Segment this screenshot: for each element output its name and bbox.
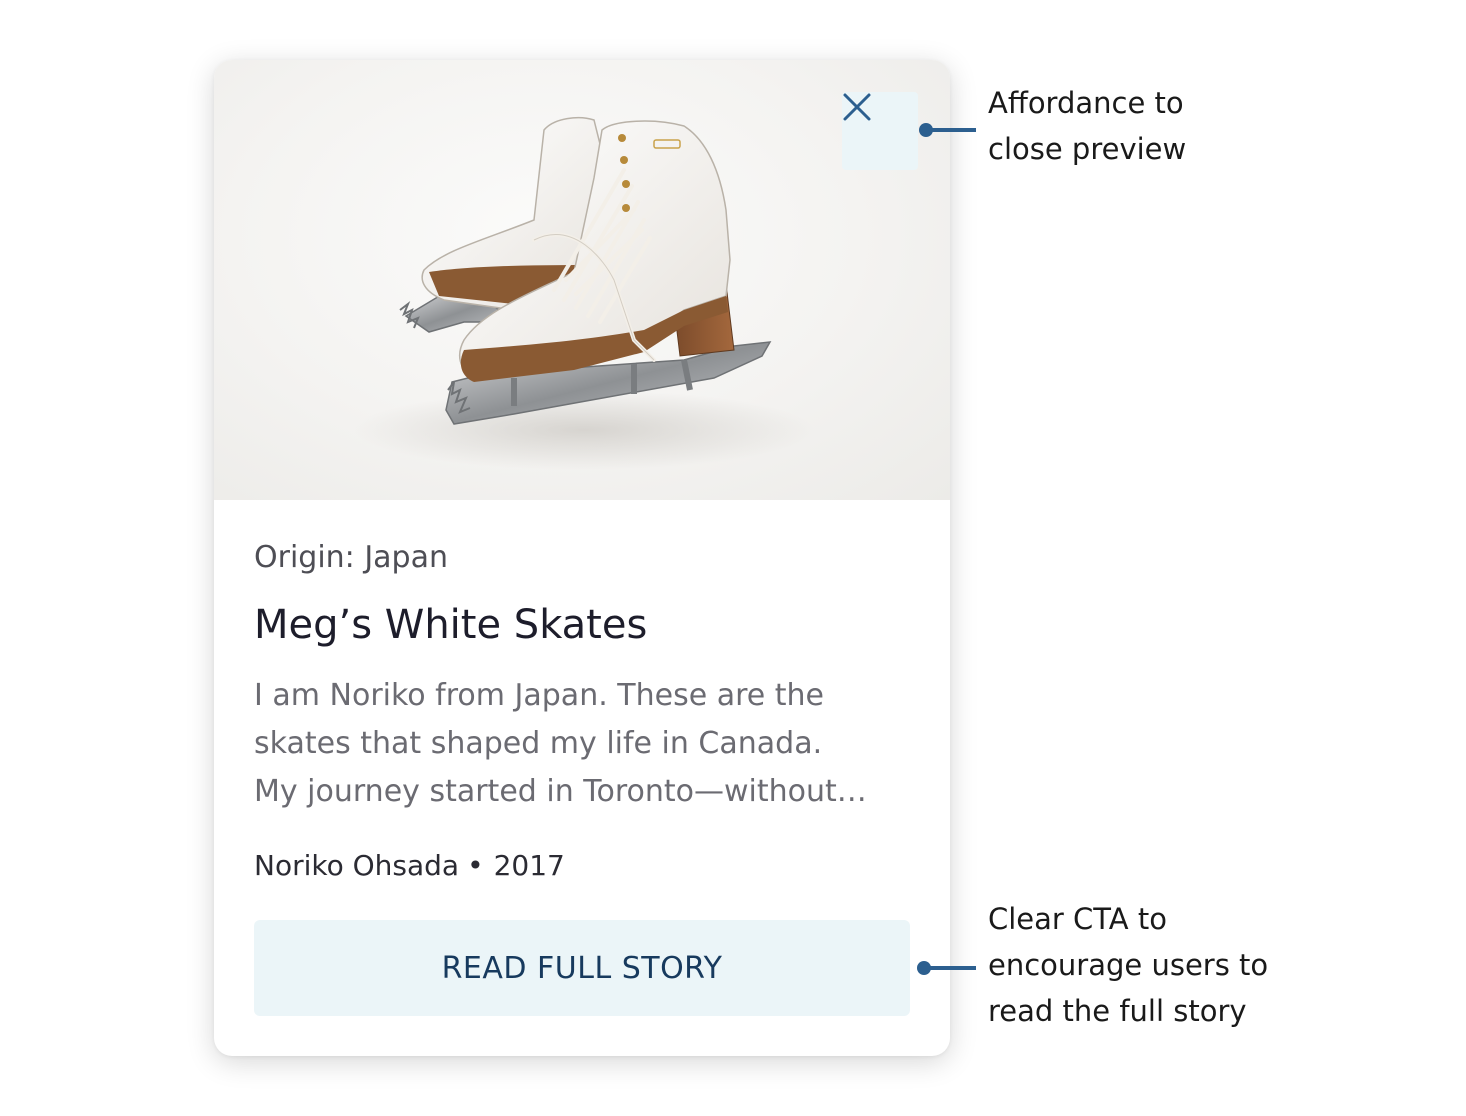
close-callout-text: Affordance to close preview — [988, 80, 1186, 172]
read-full-story-button[interactable]: READ FULL STORY — [254, 920, 910, 1016]
callout-line-text: Affordance to — [988, 86, 1184, 120]
story-meta: Noriko Ohsada • 2017 — [254, 846, 565, 886]
callout-line-text: Clear CTA to — [988, 902, 1167, 936]
callout-line-text: read the full story — [988, 994, 1247, 1028]
close-preview-button[interactable] — [842, 92, 918, 170]
excerpt-line: My journey started in Toronto—without… — [254, 774, 867, 809]
story-origin: Origin: Japan — [254, 540, 448, 575]
callout-line — [924, 966, 976, 970]
ice-skates-illustration — [354, 117, 814, 470]
callout-line — [926, 128, 976, 132]
excerpt-line: I am Noriko from Japan. These are the — [254, 678, 824, 713]
skates-photo — [214, 60, 950, 500]
story-title: Meg’s White Skates — [254, 602, 648, 648]
callout-line-text: close preview — [988, 132, 1187, 166]
close-icon — [843, 93, 871, 121]
cta-callout-text: Clear CTA to encourage users to read the… — [988, 896, 1268, 1034]
story-excerpt: I am Noriko from Japan. These are the sk… — [254, 672, 914, 816]
meta-separator: • — [467, 849, 484, 882]
story-author: Noriko Ohsada — [254, 849, 460, 882]
story-year: 2017 — [493, 849, 565, 882]
story-preview-card: Origin: Japan Meg’s White Skates I am No… — [214, 60, 950, 1056]
callout-line-text: encourage users to — [988, 948, 1269, 982]
excerpt-line: skates that shaped my life in Canada. — [254, 726, 823, 761]
